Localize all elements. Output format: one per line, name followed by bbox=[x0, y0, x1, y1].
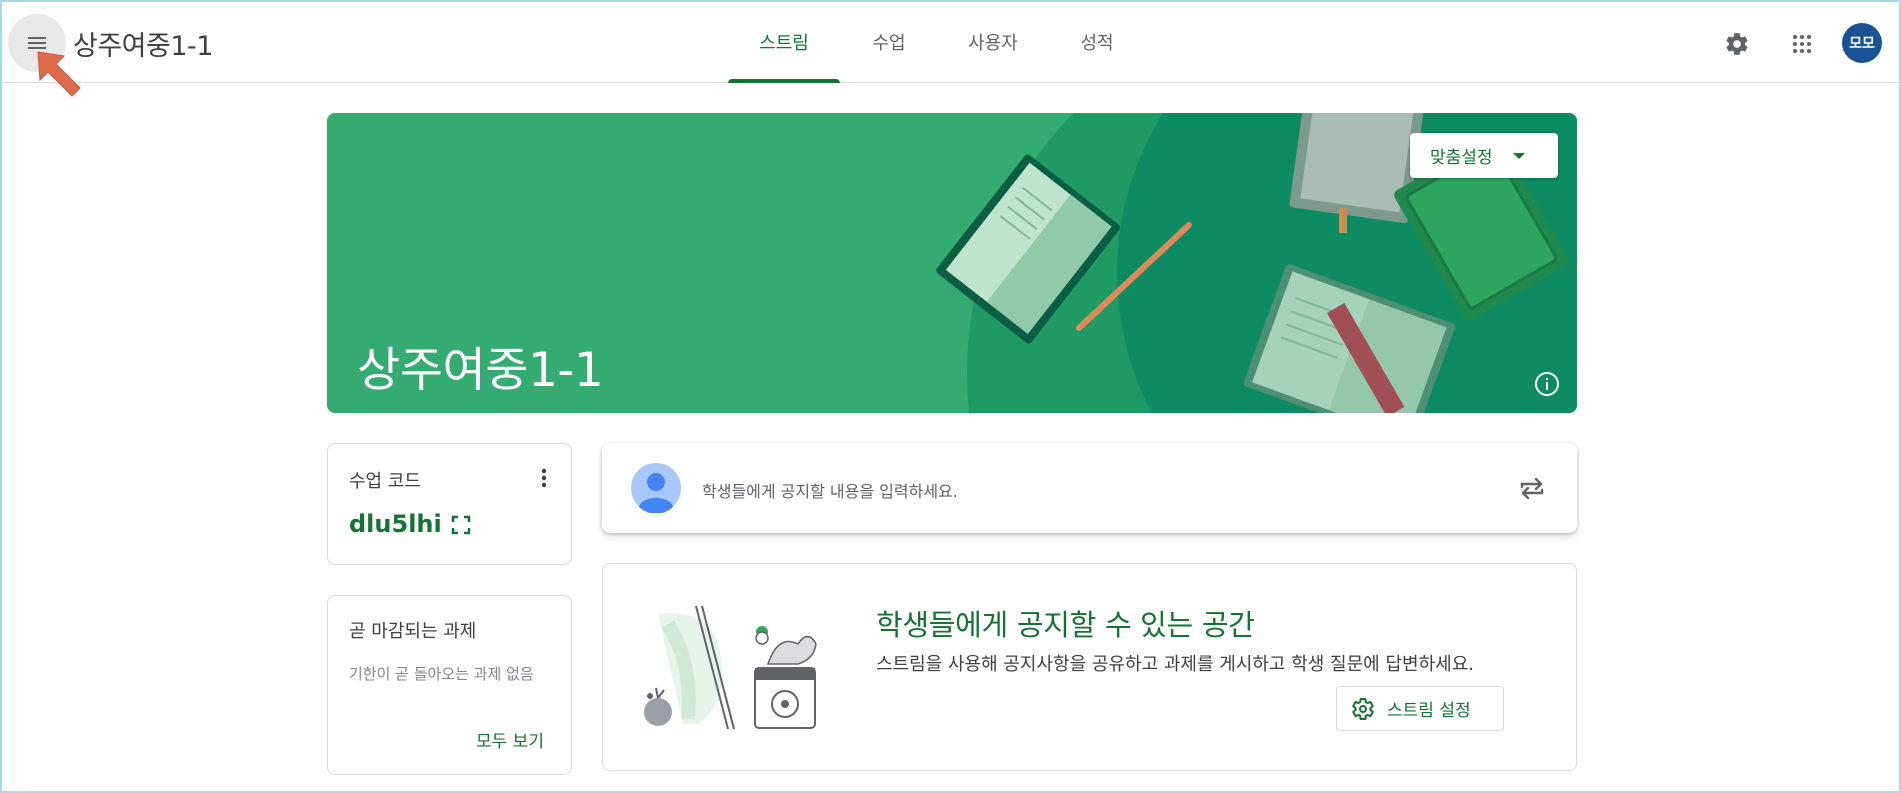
account-avatar[interactable]: 모모 bbox=[1842, 23, 1882, 63]
class-code-card: 수업 코드 dlu5lhi bbox=[327, 443, 572, 565]
upcoming-title: 곧 마감되는 과제 bbox=[349, 621, 477, 642]
stream-illustration bbox=[644, 605, 817, 730]
tab-classwork[interactable]: 수업 bbox=[840, 0, 938, 83]
more-vert-icon bbox=[541, 468, 547, 488]
more-options-button[interactable] bbox=[528, 462, 560, 494]
stream-settings-label: 스트림 설정 bbox=[1387, 701, 1471, 721]
banner-class-title: 상주여중1-1 bbox=[357, 343, 604, 398]
stream-info-heading: 학생들에게 공지할 수 있는 공간 bbox=[876, 608, 1255, 642]
view-all-link[interactable]: 모두 보기 bbox=[476, 727, 544, 752]
user-avatar-icon bbox=[631, 463, 681, 513]
stream-settings-button[interactable]: 스트림 설정 bbox=[1336, 686, 1504, 731]
info-icon[interactable] bbox=[1533, 370, 1561, 398]
stream-info-description: 스트림을 사용해 공지사항을 공유하고 과제를 게시하고 학생 질문에 답변하세… bbox=[876, 654, 1474, 675]
caret-down-icon bbox=[1512, 152, 1525, 159]
class-code-label: 수업 코드 bbox=[349, 471, 421, 492]
customize-button[interactable]: 맞춤설정 bbox=[1410, 133, 1558, 178]
upcoming-work-card: 곧 마감되는 과제 기한이 곧 돌아오는 과제 없음 모두 보기 bbox=[327, 595, 572, 775]
class-title[interactable]: 상주여중1-1 bbox=[73, 24, 213, 63]
tab-grades[interactable]: 성적 bbox=[1048, 0, 1146, 83]
class-code-value: dlu5lhi bbox=[349, 510, 442, 538]
announcement-composer[interactable]: 학생들에게 공지할 내용을 입력하세요. bbox=[602, 443, 1577, 533]
class-banner: 상주여중1-1 맞춤설정 bbox=[327, 113, 1577, 413]
tab-people[interactable]: 사용자 bbox=[938, 0, 1048, 83]
apps-grid-icon bbox=[1793, 35, 1811, 53]
announcement-placeholder: 학생들에게 공지할 내용을 입력하세요. bbox=[702, 482, 958, 501]
stream-info-card: 학생들에게 공지할 수 있는 공간 스트림을 사용해 공지사항을 공유하고 과제… bbox=[602, 563, 1577, 771]
class-tabs: 스트림 수업 사용자 성적 bbox=[728, 0, 1146, 83]
gear-icon bbox=[1352, 697, 1374, 720]
tab-stream[interactable]: 스트림 bbox=[728, 0, 840, 83]
fullscreen-icon[interactable] bbox=[450, 514, 472, 536]
gear-icon bbox=[1726, 33, 1748, 55]
top-app-bar: 상주여중1-1 스트림 수업 사용자 성적 모모 bbox=[0, 0, 1901, 83]
annotation-arrow-icon bbox=[37, 51, 81, 97]
customize-label: 맞춤설정 bbox=[1430, 148, 1493, 168]
google-apps-button[interactable] bbox=[1782, 24, 1822, 64]
upcoming-empty-text: 기한이 곧 돌아오는 과제 없음 bbox=[349, 665, 534, 683]
class-settings-button[interactable] bbox=[1717, 24, 1757, 64]
repost-icon[interactable] bbox=[1516, 472, 1548, 504]
